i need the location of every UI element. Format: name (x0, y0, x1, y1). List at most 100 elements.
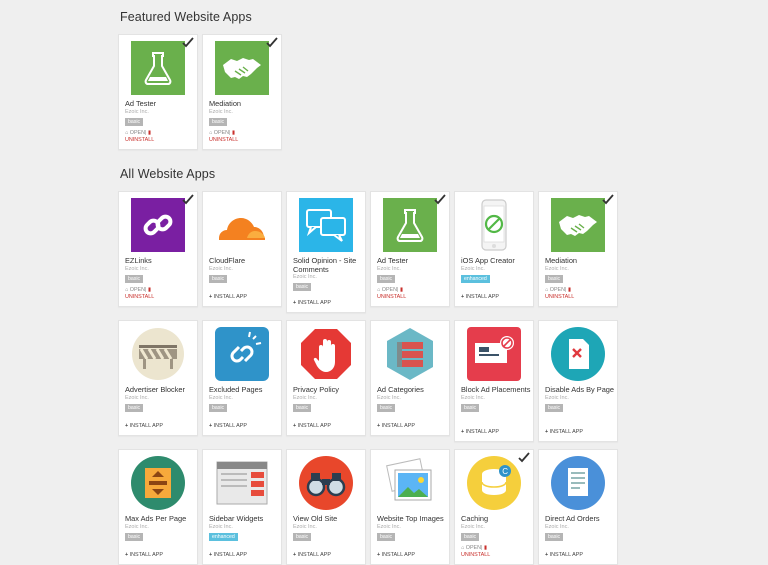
app-name: Privacy Policy (293, 385, 339, 394)
tier-badge: basic (209, 403, 228, 412)
trash-icon[interactable]: ▮ (566, 287, 571, 293)
handshake-icon (551, 198, 605, 252)
trash-icon[interactable]: ▮ (146, 287, 151, 293)
app-card-mediation[interactable]: Mediation Ezoic Inc. basic ⌂ OPEN| ▮ UNINSTA… (538, 191, 618, 307)
app-card-ad-tester[interactable]: Ad Tester Ezoic Inc. basic ⌂ OPEN| ▮ UNINSTA… (118, 34, 198, 150)
install-app-link[interactable]: INSTALL APP (466, 429, 499, 435)
app-info: iOS App Creator Ezoic Inc. enhanced (461, 256, 533, 283)
uninstall-link[interactable]: UNINSTALL (125, 294, 154, 301)
trash-icon[interactable]: ▮ (398, 287, 403, 293)
install-row[interactable]: + INSTALL APP (125, 423, 163, 430)
uninstall-link[interactable]: UNINSTALL (209, 137, 238, 144)
install-app-link[interactable]: INSTALL APP (130, 423, 163, 429)
install-row[interactable]: + INSTALL APP (293, 423, 331, 430)
install-row[interactable]: + INSTALL APP (209, 552, 247, 559)
app-company: Ezoic Inc. (377, 265, 401, 272)
app-card-solid-opinion-site-comments[interactable]: Solid Opinion - Site Comments Ezoic Inc. b… (286, 191, 366, 313)
install-app-link[interactable]: INSTALL APP (550, 552, 583, 558)
trash-icon[interactable]: ▮ (146, 130, 151, 136)
install-app-link[interactable]: INSTALL APP (130, 552, 163, 558)
tier-badge: basic (461, 532, 480, 541)
install-app-link[interactable]: INSTALL APP (298, 300, 331, 306)
install-row[interactable]: + INSTALL APP (293, 300, 331, 307)
open-link[interactable]: OPEN (382, 287, 397, 293)
app-card-cloudflare[interactable]: CloudFlare Ezoic Inc. basic + INSTALL APP (202, 191, 282, 307)
install-row[interactable]: + INSTALL APP (209, 294, 247, 301)
app-company: Ezoic Inc. (461, 523, 485, 530)
install-app-link[interactable]: INSTALL APP (298, 552, 331, 558)
open-link[interactable]: OPEN (550, 287, 565, 293)
app-info: Block Ad Placements Ezoic Inc. basic (461, 385, 533, 412)
app-card-mediation[interactable]: Mediation Ezoic Inc. basic ⌂ OPEN| ▮ UNINSTA… (202, 34, 282, 150)
app-company: Ezoic Inc. (293, 523, 317, 530)
app-info: Ad Categories Ezoic Inc. basic (377, 385, 449, 412)
install-app-link[interactable]: INSTALL APP (214, 423, 247, 429)
uninstall-link[interactable]: UNINSTALL (125, 137, 154, 144)
uninstall-link[interactable]: UNINSTALL (545, 294, 574, 301)
uninstall-link[interactable]: UNINSTALL (377, 294, 406, 301)
install-row[interactable]: + INSTALL APP (293, 552, 331, 559)
app-card-direct-ad-orders[interactable]: Direct Ad Orders Ezoic Inc. basic + INSTALL… (538, 449, 618, 565)
app-card-website-top-images[interactable]: Website Top Images Ezoic Inc. basic + INSTA… (370, 449, 450, 565)
tier-badge: basic (293, 403, 312, 412)
install-app-link[interactable]: INSTALL APP (382, 423, 415, 429)
open-row: ⌂ OPEN| ▮ (209, 130, 238, 137)
app-card-view-old-site[interactable]: View Old Site Ezoic Inc. basic + INSTALL AP… (286, 449, 366, 565)
app-name: Ad Tester (125, 99, 157, 108)
app-card-ios-app-creator[interactable]: iOS App Creator Ezoic Inc. enhanced + INSTA… (454, 191, 534, 307)
app-company: Ezoic Inc. (209, 523, 233, 530)
trash-icon[interactable]: ▮ (230, 130, 235, 136)
app-info: Caching Ezoic Inc. basic (461, 514, 533, 541)
open-row: ⌂ OPEN| ▮ (125, 287, 154, 294)
install-row[interactable]: + INSTALL APP (461, 429, 499, 436)
tier-badge: basic (377, 532, 396, 541)
app-actions: + INSTALL APP (545, 429, 583, 436)
app-card-block-ad-placements[interactable]: Block Ad Placements Ezoic Inc. basic + INST… (454, 320, 534, 442)
install-app-link[interactable]: INSTALL APP (298, 423, 331, 429)
app-card-excluded-pages[interactable]: Excluded Pages Ezoic Inc. basic + INSTALL A… (202, 320, 282, 436)
app-actions: + INSTALL APP (209, 423, 247, 430)
uninstall-link[interactable]: UNINSTALL (461, 552, 490, 559)
app-card-ad-categories[interactable]: Ad Categories Ezoic Inc. basic + INSTALL AP… (370, 320, 450, 436)
app-card-caching[interactable]: C Caching Ezoic Inc. basic ⌂ OPEN| ▮ UNINSTAL… (454, 449, 534, 565)
app-actions: ⌂ OPEN| ▮ UNINSTALL (461, 545, 490, 559)
app-info: Ad Tester Ezoic Inc. basic (125, 99, 197, 126)
install-app-link[interactable]: INSTALL APP (382, 552, 415, 558)
install-row[interactable]: + INSTALL APP (545, 552, 583, 559)
install-app-link[interactable]: INSTALL APP (214, 294, 247, 300)
app-card-sidebar-widgets[interactable]: Sidebar Widgets Ezoic Inc. enhanced + INSTA… (202, 449, 282, 565)
app-name: Ad Categories (377, 385, 424, 394)
open-link[interactable]: OPEN (130, 287, 145, 293)
open-row: ⌂ OPEN| ▮ (125, 130, 154, 137)
install-row[interactable]: + INSTALL APP (377, 552, 415, 559)
open-link[interactable]: OPEN (130, 130, 145, 136)
install-row[interactable]: + INSTALL APP (377, 423, 415, 430)
install-row[interactable]: + INSTALL APP (461, 294, 499, 301)
app-company: Ezoic Inc. (209, 108, 233, 115)
app-card-advertiser-blocker[interactable]: Advertiser Blocker Ezoic Inc. basic + INSTA… (118, 320, 198, 436)
app-company: Ezoic Inc. (209, 394, 233, 401)
app-name: Mediation (545, 256, 578, 265)
install-app-link[interactable]: INSTALL APP (214, 552, 247, 558)
app-card-max-ads-per-page[interactable]: Max Ads Per Page Ezoic Inc. basic + INSTALL… (118, 449, 198, 565)
tier-badge: enhanced (461, 274, 490, 283)
install-row[interactable]: + INSTALL APP (209, 423, 247, 430)
app-name: Mediation (209, 99, 242, 108)
install-app-link[interactable]: INSTALL APP (550, 429, 583, 435)
tier-badge: basic (545, 532, 564, 541)
app-card-disable-ads-by-page[interactable]: Disable Ads By Page Ezoic Inc. basic + INST… (538, 320, 618, 442)
tier-badge: basic (125, 532, 144, 541)
install-app-link[interactable]: INSTALL APP (466, 294, 499, 300)
flask-icon (131, 41, 185, 95)
binoculars-icon (299, 456, 353, 510)
app-name: Solid Opinion - Site Comments (293, 256, 357, 274)
install-row[interactable]: + INSTALL APP (125, 552, 163, 559)
install-row[interactable]: + INSTALL APP (545, 429, 583, 436)
open-link[interactable]: OPEN (214, 130, 229, 136)
open-link[interactable]: OPEN (466, 545, 481, 551)
trash-icon[interactable]: ▮ (482, 545, 487, 551)
app-card-ezlinks[interactable]: EZLinks Ezoic Inc. basic ⌂ OPEN| ▮ UNINSTALL (118, 191, 198, 307)
app-card-ad-tester[interactable]: Ad Tester Ezoic Inc. basic ⌂ OPEN| ▮ UNINSTA… (370, 191, 450, 307)
app-card-privacy-policy[interactable]: Privacy Policy Ezoic Inc. basic + INSTALL A… (286, 320, 366, 436)
barricade-icon (131, 327, 185, 381)
